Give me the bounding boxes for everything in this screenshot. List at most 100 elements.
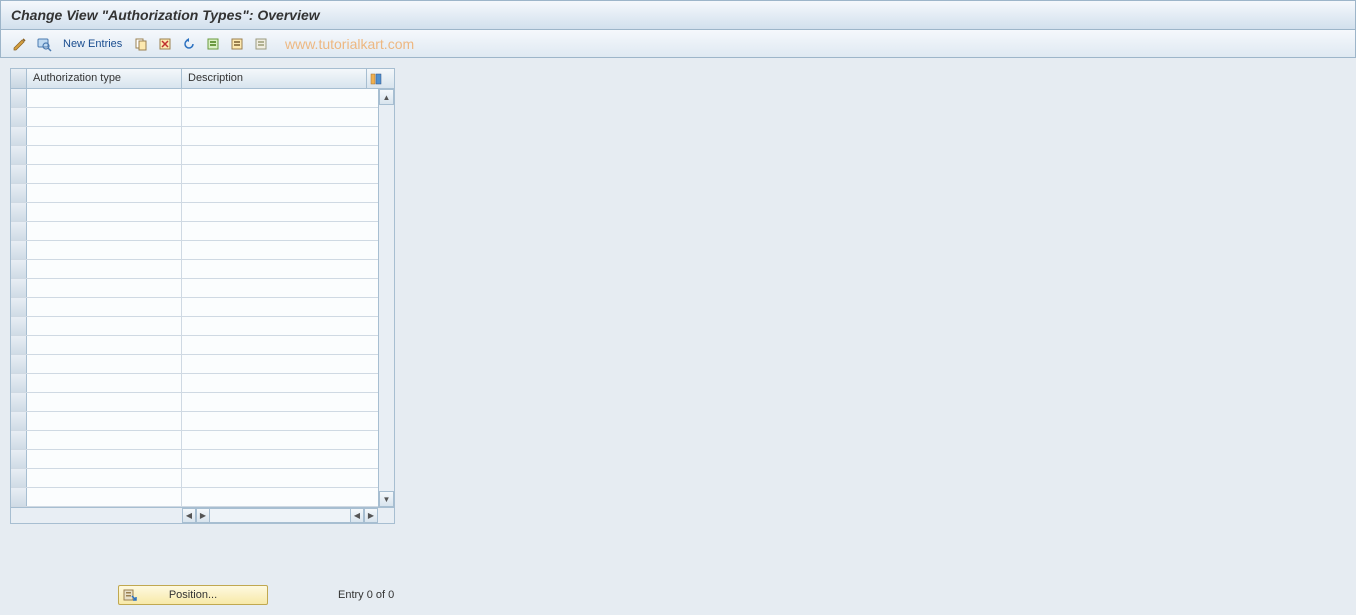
row-selector-header[interactable] <box>11 69 27 88</box>
cell-auth-type[interactable] <box>27 184 182 202</box>
table-row <box>11 469 394 488</box>
toggle-display-change-icon[interactable] <box>11 35 29 53</box>
cell-auth-type[interactable] <box>27 279 182 297</box>
find-icon[interactable] <box>35 35 53 53</box>
scroll-down-icon[interactable]: ▼ <box>379 491 394 507</box>
row-selector[interactable] <box>11 222 27 240</box>
column-header-description[interactable]: Description <box>182 69 367 88</box>
cell-description[interactable] <box>182 127 379 145</box>
scroll-left-start-icon[interactable]: ◀ <box>182 508 196 523</box>
row-selector[interactable] <box>11 374 27 392</box>
row-selector[interactable] <box>11 260 27 278</box>
cell-auth-type[interactable] <box>27 336 182 354</box>
table-row <box>11 279 394 298</box>
row-selector[interactable] <box>11 89 27 107</box>
cell-description[interactable] <box>182 412 379 430</box>
row-selector[interactable] <box>11 450 27 468</box>
position-button[interactable]: Position... <box>118 585 268 605</box>
row-selector[interactable] <box>11 355 27 373</box>
cell-auth-type[interactable] <box>27 469 182 487</box>
table-row <box>11 317 394 336</box>
delete-icon[interactable] <box>156 35 174 53</box>
cell-description[interactable] <box>182 336 379 354</box>
row-selector[interactable] <box>11 317 27 335</box>
cell-description[interactable] <box>182 89 379 107</box>
cell-auth-type[interactable] <box>27 431 182 449</box>
cell-description[interactable] <box>182 431 379 449</box>
cell-description[interactable] <box>182 488 379 506</box>
row-selector[interactable] <box>11 431 27 449</box>
select-block-icon[interactable] <box>228 35 246 53</box>
scroll-right-end-icon[interactable]: ▶ <box>364 508 378 523</box>
row-selector[interactable] <box>11 184 27 202</box>
cell-description[interactable] <box>182 241 379 259</box>
row-selector[interactable] <box>11 241 27 259</box>
row-selector[interactable] <box>11 412 27 430</box>
row-selector[interactable] <box>11 488 27 506</box>
undo-change-icon[interactable] <box>180 35 198 53</box>
new-entries-button[interactable]: New Entries <box>59 38 126 50</box>
table-row <box>11 165 394 184</box>
cell-auth-type[interactable] <box>27 146 182 164</box>
row-selector[interactable] <box>11 336 27 354</box>
cell-description[interactable] <box>182 184 379 202</box>
cell-description[interactable] <box>182 317 379 335</box>
cell-auth-type[interactable] <box>27 317 182 335</box>
cell-description[interactable] <box>182 374 379 392</box>
row-selector[interactable] <box>11 393 27 411</box>
cell-auth-type[interactable] <box>27 355 182 373</box>
scroll-right-icon[interactable]: ◀ <box>350 508 364 523</box>
table-settings-icon[interactable] <box>367 69 385 88</box>
cell-auth-type[interactable] <box>27 260 182 278</box>
cell-auth-type[interactable] <box>27 127 182 145</box>
cell-auth-type[interactable] <box>27 412 182 430</box>
table-row <box>11 260 394 279</box>
row-selector[interactable] <box>11 146 27 164</box>
table-row <box>11 336 394 355</box>
cell-auth-type[interactable] <box>27 298 182 316</box>
cell-description[interactable] <box>182 279 379 297</box>
row-selector[interactable] <box>11 127 27 145</box>
table-row <box>11 393 394 412</box>
cell-description[interactable] <box>182 450 379 468</box>
cell-description[interactable] <box>182 165 379 183</box>
cell-description[interactable] <box>182 146 379 164</box>
cell-description[interactable] <box>182 469 379 487</box>
table-row <box>11 374 394 393</box>
cell-description[interactable] <box>182 298 379 316</box>
cell-auth-type[interactable] <box>27 165 182 183</box>
cell-description[interactable] <box>182 222 379 240</box>
select-all-icon[interactable] <box>204 35 222 53</box>
row-selector[interactable] <box>11 279 27 297</box>
row-selector[interactable] <box>11 203 27 221</box>
table-row <box>11 108 394 127</box>
cell-auth-type[interactable] <box>27 108 182 126</box>
row-selector[interactable] <box>11 165 27 183</box>
cell-description[interactable] <box>182 393 379 411</box>
cell-auth-type[interactable] <box>27 203 182 221</box>
cell-description[interactable] <box>182 108 379 126</box>
copy-as-icon[interactable] <box>132 35 150 53</box>
cell-description[interactable] <box>182 355 379 373</box>
cell-auth-type[interactable] <box>27 89 182 107</box>
cell-auth-type[interactable] <box>27 450 182 468</box>
deselect-all-icon[interactable] <box>252 35 270 53</box>
scroll-track[interactable] <box>210 508 350 523</box>
cell-auth-type[interactable] <box>27 374 182 392</box>
row-selector[interactable] <box>11 298 27 316</box>
cell-auth-type[interactable] <box>27 488 182 506</box>
row-selector[interactable] <box>11 108 27 126</box>
vertical-scrollbar[interactable]: ▲ ▼ <box>378 89 394 507</box>
column-header-auth-type[interactable]: Authorization type <box>27 69 182 88</box>
row-selector[interactable] <box>11 469 27 487</box>
scroll-left-icon[interactable]: ▶ <box>196 508 210 523</box>
cell-description[interactable] <box>182 203 379 221</box>
cell-auth-type[interactable] <box>27 393 182 411</box>
table-body: ▲ ▼ <box>11 89 394 507</box>
scroll-up-icon[interactable]: ▲ <box>379 89 394 105</box>
cell-description[interactable] <box>182 260 379 278</box>
entry-status: Entry 0 of 0 <box>338 589 394 601</box>
cell-auth-type[interactable] <box>27 241 182 259</box>
position-icon <box>123 588 137 602</box>
cell-auth-type[interactable] <box>27 222 182 240</box>
